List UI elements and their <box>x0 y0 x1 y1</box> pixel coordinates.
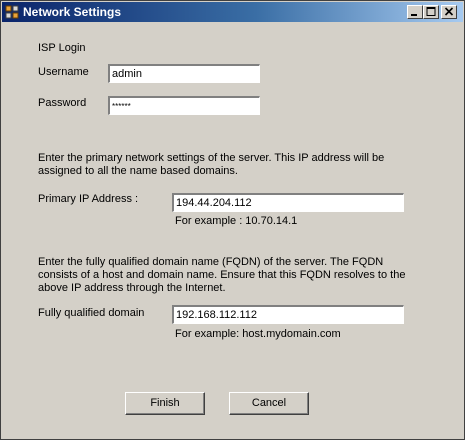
network-settings-icon <box>5 5 19 19</box>
close-icon <box>444 7 454 16</box>
minimize-icon <box>411 14 417 16</box>
minimize-button[interactable] <box>407 5 423 19</box>
password-label: Password <box>38 97 87 109</box>
fqdn-field[interactable] <box>172 305 404 324</box>
primary-ip-label: Primary IP Address : <box>38 193 139 205</box>
isp-login-heading: ISP Login <box>38 42 86 54</box>
username-label: Username <box>38 66 89 78</box>
primary-description: Enter the primary network settings of th… <box>38 152 385 177</box>
username-field[interactable] <box>108 64 260 83</box>
title-bar[interactable]: Network Settings <box>2 2 463 22</box>
cancel-button[interactable]: Cancel <box>229 392 309 415</box>
finish-button[interactable]: Finish <box>125 392 205 415</box>
fqdn-label: Fully qualified domain <box>38 307 145 319</box>
primary-ip-field[interactable] <box>172 193 404 212</box>
window-title: Network Settings <box>23 5 122 19</box>
network-settings-window: Network Settings ISP Login Username Pass… <box>0 0 465 440</box>
primary-ip-example: For example : 10.70.14.1 <box>175 215 298 227</box>
password-field[interactable] <box>108 96 260 115</box>
maximize-icon <box>426 7 436 16</box>
close-button[interactable] <box>441 5 457 19</box>
maximize-button[interactable] <box>423 5 439 19</box>
fqdn-example: For example: host.mydomain.com <box>175 328 341 340</box>
fqdn-description: Enter the fully qualified domain name (F… <box>38 256 406 294</box>
